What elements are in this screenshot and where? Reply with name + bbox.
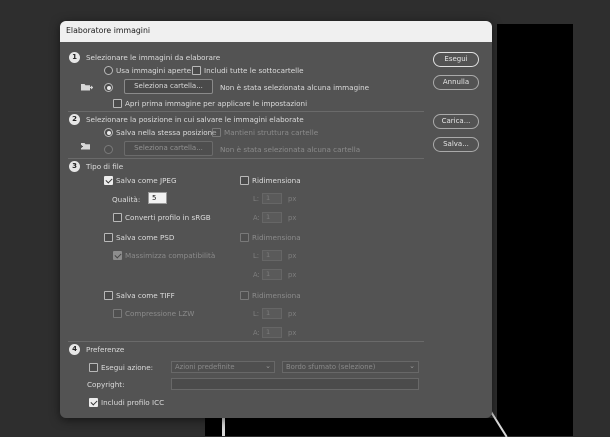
jpeg-quality-input[interactable]: 5	[148, 192, 167, 204]
tiff-resize-checkbox[interactable]	[240, 291, 249, 300]
save-same-location-radio[interactable]	[104, 128, 113, 137]
keep-folder-structure-checkbox[interactable]	[212, 128, 221, 137]
psd-width-unit: px	[288, 252, 297, 260]
convert-srgb-checkbox[interactable]	[113, 213, 122, 222]
action-name-value: Bordo sfumato (selezione)	[286, 363, 376, 371]
save-as-jpeg-label: Salva come JPEG	[116, 176, 177, 185]
action-name-select[interactable]: Bordo sfumato (selezione) ⌄	[282, 361, 419, 373]
save-as-tiff-checkbox[interactable]	[104, 291, 113, 300]
chevron-down-icon: ⌄	[409, 362, 415, 370]
folder-icon	[80, 143, 90, 150]
background-stroke	[222, 418, 225, 436]
include-icc-checkbox[interactable]	[89, 398, 98, 407]
save-button[interactable]: Salva...	[433, 137, 479, 152]
action-set-value: Azioni predefinite	[175, 363, 235, 371]
include-subfolders-checkbox[interactable]	[192, 66, 201, 75]
jpeg-resize-checkbox[interactable]	[240, 176, 249, 185]
maximize-compatibility-checkbox[interactable]	[113, 251, 122, 260]
save-as-psd-label: Salva come PSD	[116, 233, 175, 242]
tiff-height-unit: px	[288, 329, 297, 337]
select-source-folder-button[interactable]: Seleziona cartella...	[124, 79, 213, 94]
use-open-images-radio[interactable]	[104, 66, 113, 75]
step-1-badge: 1	[69, 52, 80, 63]
lzw-compression-label: Compressione LZW	[125, 309, 195, 318]
psd-width-label: L:	[253, 252, 260, 260]
separator	[68, 111, 424, 112]
keep-folder-structure-label: Mantieni struttura cartelle	[224, 128, 319, 137]
destination-status-text: Non è stata selezionata alcuna cartella	[220, 145, 361, 154]
separator	[68, 158, 424, 159]
section3-title: Tipo di file	[86, 162, 124, 171]
separator	[68, 341, 424, 342]
save-as-tiff-label: Salva come TIFF	[116, 291, 175, 300]
select-destination-radio[interactable]	[104, 145, 113, 154]
use-open-images-label: Usa immagini aperte	[116, 66, 192, 75]
psd-height-unit: px	[288, 271, 297, 279]
psd-height-input[interactable]: 1	[262, 269, 282, 280]
image-processor-dialog: Elaboratore immagini Esegui Annulla Cari…	[60, 21, 492, 418]
section2-title: Selezionare la posizione in cui salvare …	[86, 115, 304, 124]
psd-width-input[interactable]: 1	[262, 250, 282, 261]
jpeg-width-label: L:	[253, 195, 260, 203]
run-button[interactable]: Esegui	[433, 52, 479, 67]
open-first-image-label: Apri prima immagine per applicare le imp…	[125, 99, 308, 108]
include-subfolders-label: Includi tutte le sottocartelle	[204, 66, 304, 75]
load-button[interactable]: Carica...	[433, 114, 479, 129]
chevron-down-icon: ⌄	[265, 362, 271, 370]
step-2-badge: 2	[69, 114, 80, 125]
run-action-label: Esegui azione:	[101, 363, 154, 372]
section4-title: Preferenze	[86, 345, 125, 354]
cancel-button[interactable]: Annulla	[433, 75, 479, 90]
step-4-badge: 4	[69, 344, 80, 355]
lzw-compression-checkbox[interactable]	[113, 309, 122, 318]
maximize-compatibility-label: Massimizza compatibilità	[125, 251, 216, 260]
psd-resize-checkbox[interactable]	[240, 233, 249, 242]
jpeg-height-input[interactable]: 1	[262, 212, 282, 223]
copyright-label: Copyright:	[87, 380, 125, 389]
select-folder-radio[interactable]	[104, 83, 113, 92]
section1-title: Selezionare le immagini da elaborare	[86, 53, 221, 62]
copyright-input[interactable]	[171, 378, 419, 390]
jpeg-width-unit: px	[288, 195, 297, 203]
tiff-height-input[interactable]: 1	[262, 327, 282, 338]
run-action-checkbox[interactable]	[89, 363, 98, 372]
tiff-height-label: A:	[253, 329, 260, 337]
open-first-image-checkbox[interactable]	[113, 99, 122, 108]
select-destination-folder-button[interactable]: Seleziona cartella...	[124, 141, 213, 156]
quality-label: Qualità:	[112, 195, 141, 204]
psd-height-label: A:	[253, 271, 260, 279]
background-document	[497, 24, 573, 436]
background-document-bottom	[205, 418, 573, 436]
convert-srgb-label: Converti profilo in sRGB	[125, 213, 211, 222]
jpeg-height-label: A:	[253, 214, 260, 222]
save-same-location-label: Salva nella stessa posizione	[116, 128, 217, 137]
jpeg-resize-label: Ridimensiona	[252, 176, 301, 185]
source-status-text: Non è stata selezionata alcuna immagine	[220, 83, 370, 92]
folder-icon	[81, 84, 93, 91]
psd-resize-label: Ridimensiona	[252, 233, 301, 242]
dialog-title: Elaboratore immagini	[60, 21, 492, 42]
tiff-width-input[interactable]: 1	[262, 308, 282, 319]
jpeg-width-input[interactable]: 1	[262, 193, 282, 204]
jpeg-height-unit: px	[288, 214, 297, 222]
tiff-width-label: L:	[253, 310, 260, 318]
tiff-width-unit: px	[288, 310, 297, 318]
include-icc-label: Includi profilo ICC	[101, 398, 165, 407]
save-as-jpeg-checkbox[interactable]	[104, 176, 113, 185]
save-as-psd-checkbox[interactable]	[104, 233, 113, 242]
step-3-badge: 3	[69, 161, 80, 172]
tiff-resize-label: Ridimensiona	[252, 291, 301, 300]
action-set-select[interactable]: Azioni predefinite ⌄	[171, 361, 275, 373]
